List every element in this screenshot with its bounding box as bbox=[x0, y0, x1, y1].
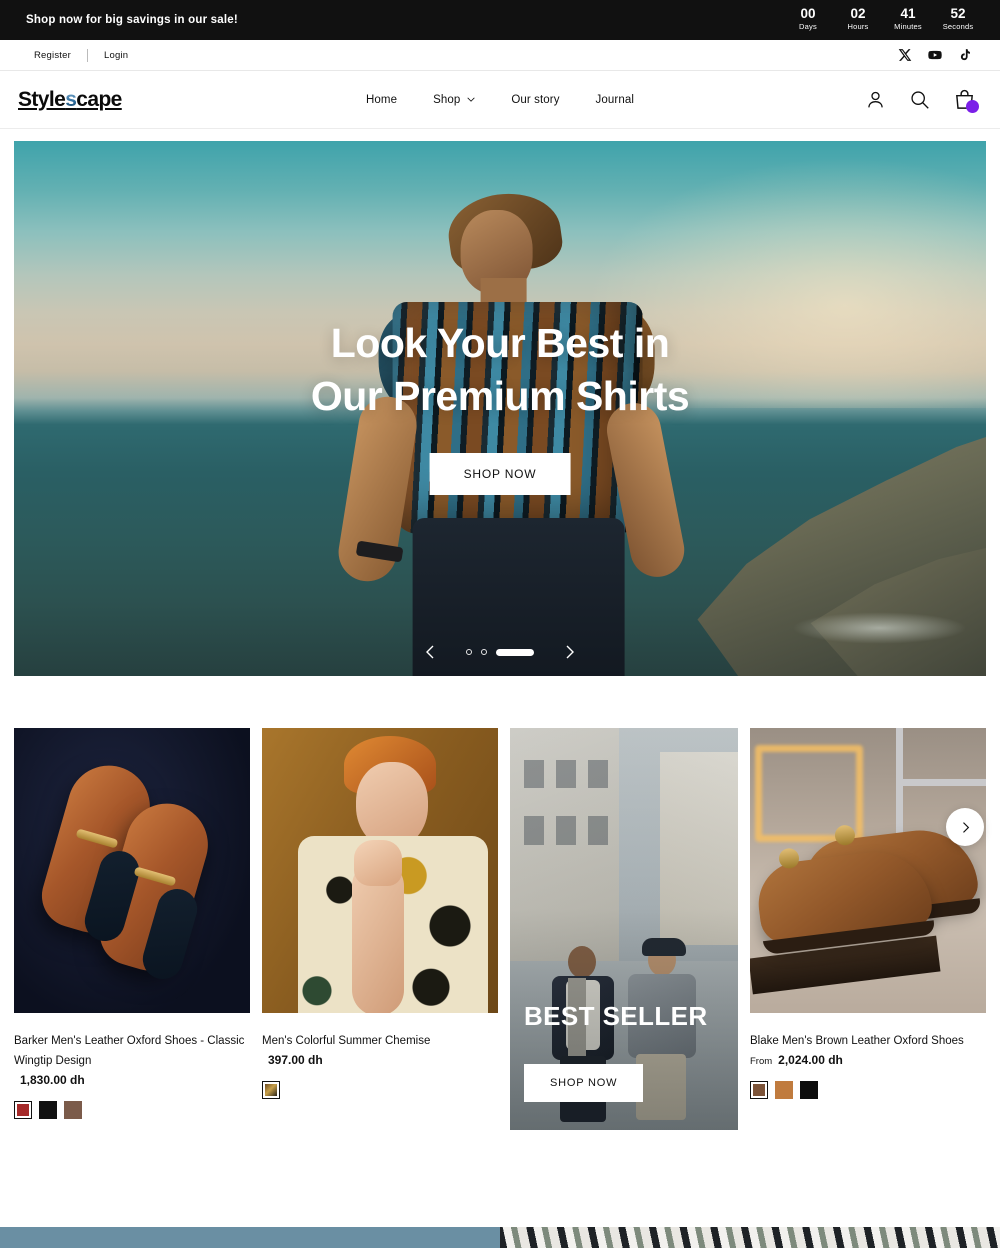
countdown-seconds-value: 52 bbox=[950, 6, 966, 21]
next-section-image bbox=[500, 1227, 1000, 1248]
product-title[interactable]: Barker Men's Leather Oxford Shoes - Clas… bbox=[14, 1031, 250, 1071]
announcement-bar: Shop now for big savings in our sale! 00… bbox=[0, 0, 1000, 40]
hero-heading-line-2: Our Premium Shirts bbox=[310, 373, 690, 419]
register-link[interactable]: Register bbox=[18, 50, 87, 61]
price-value: 1,830.00 dh bbox=[20, 1073, 85, 1087]
hero-shop-now-button[interactable]: SHOP NOW bbox=[429, 453, 571, 495]
swatch-black[interactable] bbox=[800, 1081, 818, 1099]
hero-carousel-controls bbox=[422, 644, 578, 660]
hero-section: Look Your Best in Our Premium Shirts SHO… bbox=[0, 129, 1000, 676]
countdown-days-label: Days bbox=[799, 22, 817, 31]
hero-heading: Look Your Best in Our Premium Shirts bbox=[14, 317, 986, 423]
hero-sea-foam bbox=[791, 611, 967, 644]
chevron-right-icon bbox=[962, 821, 969, 833]
model-fist bbox=[354, 840, 402, 886]
countdown-days: 00 Days bbox=[792, 7, 824, 33]
x-twitter-icon[interactable] bbox=[898, 48, 912, 62]
next-section-panel bbox=[0, 1227, 500, 1248]
product-price: 397.00 dh bbox=[262, 1053, 498, 1067]
carousel-next-arrow[interactable] bbox=[562, 644, 578, 660]
countdown-timer: 00 Days 02 Hours 41 Minutes 52 Seconds bbox=[792, 7, 974, 33]
site-header: Stylescape Home Shop Our story Journal bbox=[0, 71, 1000, 129]
account-links: Register Login bbox=[18, 48, 144, 62]
swatch-red[interactable] bbox=[14, 1101, 32, 1119]
countdown-hours: 02 Hours bbox=[842, 7, 874, 33]
countdown-minutes-label: Minutes bbox=[894, 22, 922, 31]
product-image-summer-chemise[interactable] bbox=[262, 728, 498, 1013]
countdown-days-value: 00 bbox=[800, 6, 816, 21]
countdown-minutes-value: 41 bbox=[900, 6, 916, 21]
logo-accent: s bbox=[65, 87, 77, 111]
price-value: 2,024.00 dh bbox=[778, 1053, 843, 1067]
nav-label: Our story bbox=[511, 93, 560, 106]
main-navigation: Home Shop Our story Journal bbox=[348, 94, 652, 106]
nav-item-journal[interactable]: Journal bbox=[578, 94, 652, 106]
color-swatches bbox=[14, 1101, 250, 1119]
swatch-dark-brown[interactable] bbox=[750, 1081, 768, 1099]
product-price: From 2,024.00 dh bbox=[750, 1053, 986, 1067]
carousel-dot-3-active[interactable] bbox=[496, 648, 534, 656]
nav-item-shop[interactable]: Shop bbox=[415, 94, 493, 106]
product-price: 1,830.00 dh bbox=[14, 1073, 250, 1087]
header-actions bbox=[865, 88, 982, 113]
product-card[interactable]: Men's Colorful Summer Chemise 397.00 dh bbox=[262, 728, 498, 1130]
product-image-blake-oxfords[interactable] bbox=[750, 728, 986, 1013]
product-grid-section: Barker Men's Leather Oxford Shoes - Clas… bbox=[0, 676, 1000, 1130]
nav-item-our-story[interactable]: Our story bbox=[493, 94, 577, 106]
product-carousel-next-button[interactable] bbox=[946, 808, 984, 846]
store-rail-horizontal bbox=[896, 779, 986, 787]
chevron-down-icon bbox=[467, 97, 475, 102]
social-links bbox=[898, 48, 982, 62]
price-prefix: From bbox=[750, 1056, 773, 1067]
product-image-barker-loafers[interactable] bbox=[14, 728, 250, 1013]
promo-title: BEST SELLER bbox=[524, 1001, 708, 1031]
cart-icon[interactable] bbox=[953, 88, 979, 113]
carousel-dots bbox=[466, 648, 534, 656]
promo-shop-now-button[interactable]: SHOP NOW bbox=[524, 1064, 644, 1102]
product-grid: Barker Men's Leather Oxford Shoes - Clas… bbox=[14, 728, 986, 1130]
swatch-brown[interactable] bbox=[64, 1101, 82, 1119]
swatch-tan[interactable] bbox=[775, 1081, 793, 1099]
countdown-seconds-label: Seconds bbox=[942, 22, 974, 31]
hero-heading-line-1: Look Your Best in bbox=[330, 320, 670, 366]
carousel-prev-arrow[interactable] bbox=[422, 644, 438, 660]
logo-text-2: cape bbox=[76, 87, 122, 111]
announcement-text: Shop now for big savings in our sale! bbox=[26, 14, 238, 26]
account-icon[interactable] bbox=[865, 89, 886, 110]
next-section-peek bbox=[0, 1227, 1000, 1248]
swatch-multicolor[interactable] bbox=[262, 1081, 280, 1099]
countdown-hours-label: Hours bbox=[847, 22, 869, 31]
carousel-dot-1[interactable] bbox=[466, 649, 472, 655]
login-link[interactable]: Login bbox=[88, 50, 144, 61]
tiktok-icon[interactable] bbox=[958, 48, 972, 62]
nav-label: Shop bbox=[433, 93, 461, 106]
price-value: 397.00 dh bbox=[268, 1053, 323, 1067]
product-card[interactable]: Blake Men's Brown Leather Oxford Shoes F… bbox=[750, 728, 986, 1130]
hero-model bbox=[321, 186, 711, 676]
promo-card-best-seller[interactable]: BEST SELLER SHOP NOW bbox=[510, 728, 738, 1130]
product-title[interactable]: Blake Men's Brown Leather Oxford Shoes bbox=[750, 1031, 986, 1051]
color-swatches bbox=[262, 1081, 498, 1099]
product-card[interactable]: Barker Men's Leather Oxford Shoes - Clas… bbox=[14, 728, 250, 1130]
site-logo[interactable]: Stylescape bbox=[18, 88, 122, 112]
countdown-minutes: 41 Minutes bbox=[892, 7, 924, 33]
countdown-seconds: 52 Seconds bbox=[942, 7, 974, 33]
color-swatches bbox=[750, 1081, 986, 1099]
nav-label: Home bbox=[366, 93, 398, 106]
nav-label: Journal bbox=[595, 93, 634, 106]
carousel-dot-2[interactable] bbox=[481, 649, 487, 655]
swatch-black[interactable] bbox=[39, 1101, 57, 1119]
youtube-icon[interactable] bbox=[928, 48, 942, 62]
countdown-hours-value: 02 bbox=[850, 6, 866, 21]
logo-text-1: Style bbox=[18, 87, 66, 111]
nav-item-home[interactable]: Home bbox=[348, 94, 415, 106]
utility-bar: Register Login bbox=[0, 40, 1000, 71]
product-title[interactable]: Men's Colorful Summer Chemise bbox=[262, 1031, 498, 1051]
search-icon[interactable] bbox=[909, 89, 930, 110]
cart-badge bbox=[966, 100, 979, 113]
hero-slide: Look Your Best in Our Premium Shirts SHO… bbox=[14, 141, 986, 676]
